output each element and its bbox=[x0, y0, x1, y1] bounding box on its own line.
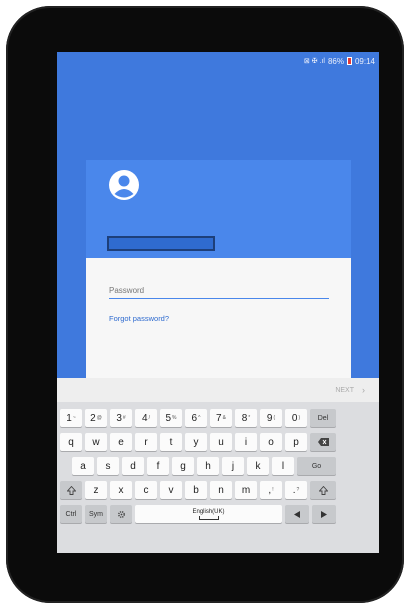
cursor-left-key[interactable] bbox=[285, 505, 309, 523]
key-m[interactable]: m bbox=[235, 481, 257, 499]
space-key[interactable]: English(UK) bbox=[135, 505, 282, 523]
chevron-right-icon[interactable]: › bbox=[362, 385, 365, 395]
sym-key[interactable]: Sym bbox=[85, 505, 107, 523]
key-7[interactable]: 7 & bbox=[210, 409, 232, 427]
password-input[interactable] bbox=[109, 286, 329, 299]
key-t[interactable]: t bbox=[160, 433, 182, 451]
shift-icon bbox=[318, 485, 328, 495]
status-icons: ⊠ ✠ .ıl bbox=[303, 58, 325, 65]
space-bar-icon bbox=[198, 515, 219, 520]
keyboard-row-numbers: 1 ~ 2 @ 3 # 4/ 5% 6 ^ 7 & 8 * 9( 0) Del bbox=[57, 409, 379, 427]
ctrl-key[interactable]: Ctrl bbox=[60, 505, 82, 523]
key-u[interactable]: u bbox=[210, 433, 232, 451]
settings-key[interactable] bbox=[110, 505, 132, 523]
key-0[interactable]: 0) bbox=[285, 409, 307, 427]
key-p[interactable]: p bbox=[285, 433, 307, 451]
next-button[interactable]: NEXT bbox=[335, 387, 354, 394]
card-header bbox=[86, 160, 351, 258]
delete-key[interactable]: Del bbox=[310, 409, 336, 427]
key-4[interactable]: 4/ bbox=[135, 409, 157, 427]
backspace-icon bbox=[317, 438, 329, 446]
screen: ⊠ ✠ .ıl 86% 09:14 Forgot password? NEXT bbox=[57, 52, 379, 553]
key-6[interactable]: 6 ^ bbox=[185, 409, 207, 427]
key-z[interactable]: z bbox=[85, 481, 107, 499]
shift-icon bbox=[66, 485, 76, 495]
key-y[interactable]: y bbox=[185, 433, 207, 451]
login-card: Forgot password? bbox=[86, 160, 351, 385]
shift-key-right[interactable] bbox=[310, 481, 336, 499]
key-r[interactable]: r bbox=[135, 433, 157, 451]
clock: 09:14 bbox=[354, 56, 375, 66]
key-e[interactable]: e bbox=[110, 433, 132, 451]
key-k[interactable]: k bbox=[247, 457, 269, 475]
key-1[interactable]: 1 ~ bbox=[60, 409, 82, 427]
status-bar: ⊠ ✠ .ıl 86% 09:14 bbox=[57, 52, 379, 70]
shift-key-left[interactable] bbox=[60, 481, 82, 499]
password-field-wrapper bbox=[109, 280, 329, 299]
keyboard-row-bottom: Ctrl Sym English(UK) bbox=[57, 505, 379, 523]
key-x[interactable]: x bbox=[110, 481, 132, 499]
key-i[interactable]: i bbox=[235, 433, 257, 451]
right-arrow-icon bbox=[321, 510, 327, 518]
gear-icon bbox=[117, 510, 125, 518]
key-period[interactable]: .? bbox=[285, 481, 307, 499]
key-2[interactable]: 2 @ bbox=[85, 409, 107, 427]
key-s[interactable]: s bbox=[97, 457, 119, 475]
cursor-right-key[interactable] bbox=[312, 505, 336, 523]
keyboard-row-zxcv: z x c v b n m ,! .? bbox=[57, 481, 379, 499]
language-label: English(UK) bbox=[192, 508, 225, 515]
key-a[interactable]: a bbox=[72, 457, 94, 475]
key-3[interactable]: 3 # bbox=[110, 409, 132, 427]
key-f[interactable]: f bbox=[147, 457, 169, 475]
key-g[interactable]: g bbox=[172, 457, 194, 475]
keyboard-row-asdf: a s d f g h j k l Go bbox=[57, 457, 379, 475]
key-9[interactable]: 9( bbox=[260, 409, 282, 427]
tablet-frame: ⊠ ✠ .ıl 86% 09:14 Forgot password? NEXT bbox=[6, 6, 404, 603]
keyboard-toolbar: NEXT › bbox=[57, 378, 379, 402]
key-w[interactable]: w bbox=[85, 433, 107, 451]
onscreen-keyboard: NEXT › 1 ~ 2 @ 3 # 4/ 5% 6 ^ 7 & 8 * 9( 0) Del… bbox=[57, 378, 379, 553]
key-o[interactable]: o bbox=[260, 433, 282, 451]
key-8[interactable]: 8 * bbox=[235, 409, 257, 427]
key-d[interactable]: d bbox=[122, 457, 144, 475]
keyboard-row-qwerty: q w e r t y u i o p bbox=[57, 433, 379, 451]
avatar-icon bbox=[109, 170, 139, 200]
account-email-field[interactable] bbox=[107, 236, 215, 251]
forgot-password-link[interactable]: Forgot password? bbox=[109, 314, 169, 323]
key-c[interactable]: c bbox=[135, 481, 157, 499]
left-arrow-icon bbox=[294, 510, 300, 518]
key-n[interactable]: n bbox=[210, 481, 232, 499]
backspace-key[interactable] bbox=[310, 433, 336, 451]
key-b[interactable]: b bbox=[185, 481, 207, 499]
key-j[interactable]: j bbox=[222, 457, 244, 475]
battery-percent: 86% bbox=[327, 56, 344, 66]
key-v[interactable]: v bbox=[160, 481, 182, 499]
key-comma[interactable]: ,! bbox=[260, 481, 282, 499]
go-key[interactable]: Go bbox=[297, 457, 336, 475]
key-q[interactable]: q bbox=[60, 433, 82, 451]
key-h[interactable]: h bbox=[197, 457, 219, 475]
key-5[interactable]: 5% bbox=[160, 409, 182, 427]
key-l[interactable]: l bbox=[272, 457, 294, 475]
battery-icon bbox=[346, 57, 352, 65]
